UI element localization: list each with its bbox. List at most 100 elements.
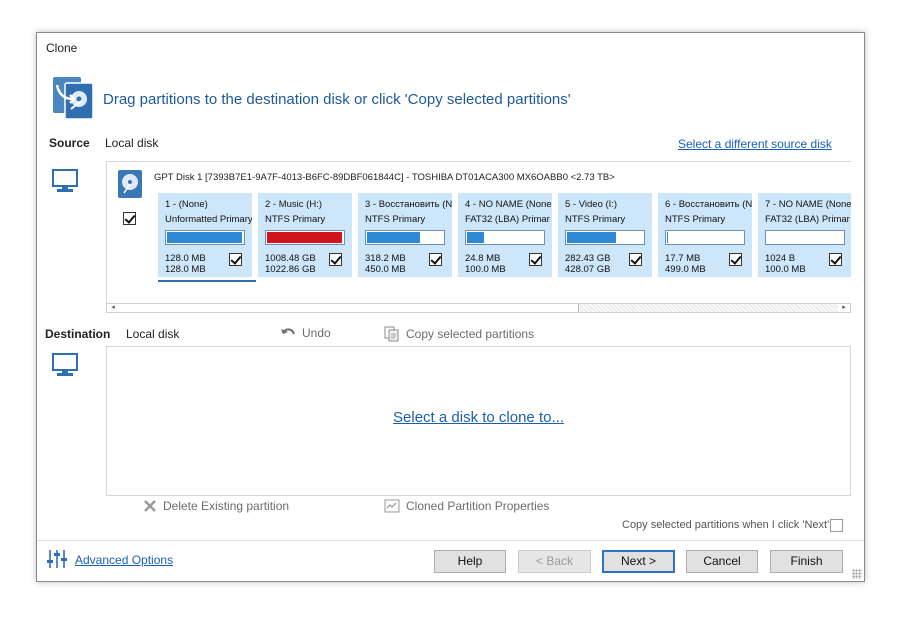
partition-tile[interactable]: 7 - NO NAME (None FAT32 (LBA) Primar 1024 … bbox=[758, 193, 851, 277]
partition-usage-fill bbox=[467, 232, 484, 243]
sliders-icon[interactable] bbox=[46, 548, 68, 570]
partition-used-size: 1024 B bbox=[765, 253, 796, 264]
source-disk-title: GPT Disk 1 [7393B7E1-9A7F-4013-B6FC-89DB… bbox=[154, 172, 615, 183]
copy-on-next-label: Copy selected partitions when I click 'N… bbox=[622, 519, 830, 531]
clone-dialog: Clone Drag partitions to the destination… bbox=[36, 32, 865, 582]
partition-usage-bar bbox=[365, 230, 445, 245]
partition-checkbox-box[interactable] bbox=[829, 253, 842, 266]
partition-tile[interactable]: 4 - NO NAME (None FAT32 (LBA) Primar 24.8 … bbox=[458, 193, 552, 277]
source-disk-type: Local disk bbox=[105, 136, 159, 150]
partition-type: FAT32 (LBA) Primar bbox=[465, 214, 550, 225]
partition-total-size: 450.0 MB bbox=[365, 264, 406, 275]
partition-checkbox-box[interactable] bbox=[329, 253, 342, 266]
partition-type: NTFS Primary bbox=[365, 214, 426, 225]
partition-name: 1 - (None) bbox=[165, 199, 208, 210]
partition-type: NTFS Primary bbox=[565, 214, 626, 225]
select-disk-to-clone-link[interactable]: Select a disk to clone to... bbox=[107, 409, 850, 426]
partition-type: NTFS Primary bbox=[665, 214, 726, 225]
partition-name: 5 - Video (I:) bbox=[565, 199, 618, 210]
scroll-right-icon[interactable]: ▸ bbox=[838, 304, 850, 312]
hard-disk-icon bbox=[118, 170, 142, 198]
scroll-left-icon[interactable]: ◂ bbox=[107, 304, 119, 312]
copy-on-next-checkbox[interactable] bbox=[830, 519, 843, 532]
partition-type: Unformatted Primary bbox=[165, 214, 252, 225]
help-button[interactable]: Help bbox=[434, 550, 506, 573]
partition-tile[interactable]: 1 - (None) Unformatted Primary 128.0 MB 128… bbox=[158, 193, 252, 277]
resize-grip-icon[interactable] bbox=[852, 569, 862, 579]
advanced-options-link[interactable]: Advanced Options bbox=[75, 553, 173, 567]
partition-checkbox[interactable] bbox=[729, 253, 742, 269]
partition-checkbox-box[interactable] bbox=[729, 253, 742, 266]
partition-checkbox[interactable] bbox=[329, 253, 342, 269]
partition-usage-fill bbox=[167, 232, 243, 243]
destination-disk-area[interactable]: Select a disk to clone to... bbox=[106, 346, 851, 496]
copy-selected-partitions-button[interactable]: Copy selected partitions bbox=[384, 326, 534, 342]
partition-checkbox-box[interactable] bbox=[429, 253, 442, 266]
destination-label: Destination bbox=[45, 327, 111, 341]
disk-checkbox-box[interactable] bbox=[123, 212, 136, 225]
back-button[interactable]: < Back bbox=[518, 550, 591, 573]
delete-existing-partition-button[interactable]: Delete Existing partition bbox=[143, 499, 289, 513]
partition-used-size: 282.43 GB bbox=[565, 253, 611, 264]
source-disk-panel: GPT Disk 1 [7393B7E1-9A7F-4013-B6FC-89DB… bbox=[106, 161, 851, 311]
partition-usage-fill bbox=[567, 232, 617, 243]
partition-used-size: 128.0 MB bbox=[165, 253, 206, 264]
next-button[interactable]: Next > bbox=[602, 550, 675, 573]
monitor-icon bbox=[52, 169, 78, 192]
partition-checkbox[interactable] bbox=[229, 253, 242, 269]
properties-icon bbox=[384, 499, 400, 513]
undo-icon bbox=[281, 328, 295, 335]
partition-checkbox-box[interactable] bbox=[629, 253, 642, 266]
copy-selected-label: Copy selected partitions bbox=[406, 327, 535, 341]
partition-name: 6 - Восстановить (N bbox=[665, 199, 752, 210]
header-instruction: Drag partitions to the destination disk … bbox=[103, 91, 571, 108]
partition-used-size: 17.7 MB bbox=[665, 253, 701, 264]
partition-usage-fill bbox=[367, 232, 420, 243]
partition-tile[interactable]: 6 - Восстановить (N NTFS Primary 17.7 MB 49… bbox=[658, 193, 752, 277]
partition-type: NTFS Primary bbox=[265, 214, 326, 225]
undo-button[interactable]: Undo bbox=[280, 326, 331, 340]
partition-name: 2 - Music (H:) bbox=[265, 199, 322, 210]
select-different-source-link[interactable]: Select a different source disk bbox=[678, 137, 832, 151]
dialog-title: Clone bbox=[46, 41, 78, 55]
finish-button[interactable]: Finish bbox=[770, 550, 843, 573]
partition-checkbox[interactable] bbox=[829, 253, 842, 269]
scrollbar-thumb[interactable] bbox=[119, 304, 579, 312]
partition-usage-bar bbox=[665, 230, 745, 245]
cloned-properties-label: Cloned Partition Properties bbox=[406, 499, 550, 513]
partition-usage-bar bbox=[565, 230, 645, 245]
partition-type: FAT32 (LBA) Primar bbox=[765, 214, 850, 225]
partition-total-size: 499.0 MB bbox=[665, 264, 706, 275]
cloned-partition-properties-button[interactable]: Cloned Partition Properties bbox=[384, 499, 549, 513]
footer-separator bbox=[37, 540, 864, 541]
partition-total-size: 100.0 MB bbox=[465, 264, 506, 275]
partition-total-size: 128.0 MB bbox=[165, 264, 206, 275]
partition-usage-bar bbox=[465, 230, 545, 245]
cancel-button[interactable]: Cancel bbox=[686, 550, 758, 573]
partition-total-size: 100.0 MB bbox=[765, 264, 806, 275]
partition-usage-bar bbox=[165, 230, 245, 245]
partition-horizontal-scrollbar[interactable]: ◂ ▸ bbox=[106, 303, 851, 313]
disk-clone-icon bbox=[53, 77, 94, 120]
partition-tile[interactable]: 5 - Video (I:) NTFS Primary 282.43 GB 428.0… bbox=[558, 193, 652, 277]
partition-checkbox-box[interactable] bbox=[229, 253, 242, 266]
copy-icon bbox=[384, 326, 399, 342]
delete-x-icon bbox=[144, 500, 156, 512]
partition-used-size: 318.2 MB bbox=[365, 253, 406, 264]
partition-tile[interactable]: 3 - Восстановить (N NTFS Primary 318.2 MB 4… bbox=[358, 193, 452, 277]
partition-checkbox[interactable] bbox=[629, 253, 642, 269]
partition-checkbox[interactable] bbox=[529, 253, 542, 269]
partition-total-size: 1022.86 GB bbox=[265, 264, 316, 275]
partition-name: 3 - Восстановить (N bbox=[365, 199, 452, 210]
partition-usage-bar bbox=[765, 230, 845, 245]
delete-existing-label: Delete Existing partition bbox=[163, 499, 290, 513]
disk-checkbox[interactable] bbox=[123, 212, 136, 228]
partition-used-size: 1008.48 GB bbox=[265, 253, 316, 264]
partition-total-size: 428.07 GB bbox=[565, 264, 611, 275]
partition-checkbox[interactable] bbox=[429, 253, 442, 269]
partition-checkbox-box[interactable] bbox=[529, 253, 542, 266]
partition-name: 4 - NO NAME (None bbox=[465, 199, 552, 210]
partition-tile[interactable]: 2 - Music (H:) NTFS Primary 1008.48 GB 1022… bbox=[258, 193, 352, 277]
partition-name: 7 - NO NAME (None bbox=[765, 199, 851, 210]
source-label: Source bbox=[49, 136, 90, 150]
